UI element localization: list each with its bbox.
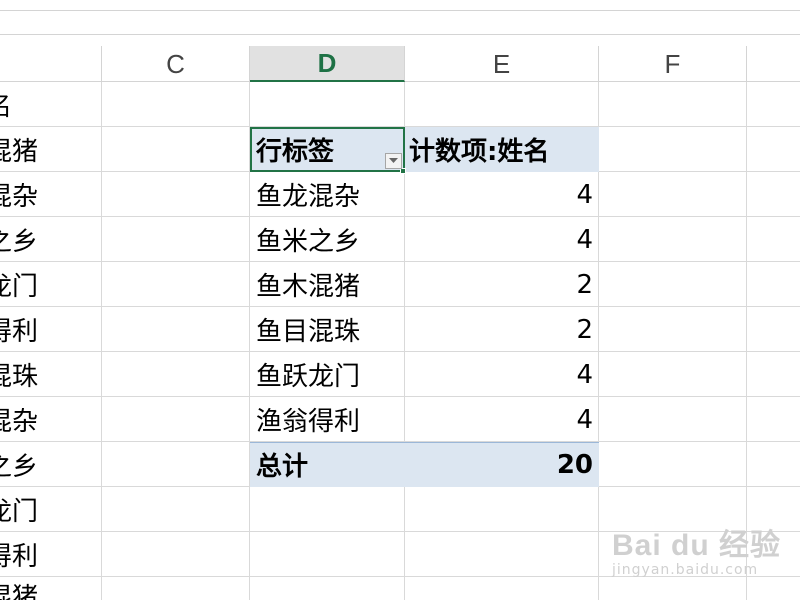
column-header-e[interactable]: E	[405, 46, 599, 82]
active-cell-d3[interactable]	[250, 127, 405, 172]
pivot-total-value[interactable]: 20	[405, 442, 599, 487]
pivot-row-label[interactable]: 渔翁得利	[256, 397, 404, 442]
chevron-down-icon	[389, 158, 398, 163]
cell-b7[interactable]: 混珠	[0, 352, 102, 396]
pivot-row-count[interactable]: 4	[405, 397, 599, 442]
cell-b4[interactable]: 之乡	[0, 217, 102, 261]
cell-b9[interactable]: 之乡	[0, 442, 102, 486]
cell-b2[interactable]: 混猪	[0, 127, 102, 171]
cell-b3[interactable]: 混杂	[0, 172, 102, 216]
column-header-g[interactable]	[747, 46, 800, 82]
cell-b5[interactable]: 龙门	[0, 262, 102, 306]
cell-b1[interactable]: 名	[0, 82, 102, 126]
column-header-d[interactable]: D	[250, 46, 405, 82]
row-label-filter-button[interactable]	[385, 153, 402, 169]
pivot-row-count[interactable]: 4	[405, 352, 599, 397]
cell-b12[interactable]: 混猪	[0, 577, 102, 600]
baidu-jingyan-watermark: Bai du 经验 jingyan.baidu.com	[612, 520, 792, 590]
pivot-row-label[interactable]: 鱼木混猪	[256, 262, 404, 307]
ribbon-strip	[0, 0, 800, 11]
pivot-row-label[interactable]: 鱼龙混杂	[256, 172, 404, 217]
pivot-row-count[interactable]: 2	[405, 262, 599, 307]
pivot-row-count[interactable]: 2	[405, 307, 599, 352]
pivot-row-count[interactable]: 4	[405, 172, 599, 217]
cell-b11[interactable]: 得利	[0, 532, 102, 576]
pivot-row-count[interactable]: 4	[405, 217, 599, 262]
formula-bar[interactable]	[0, 11, 800, 35]
column-header-c[interactable]: C	[102, 46, 250, 82]
cell-b8[interactable]: 混杂	[0, 397, 102, 441]
pivot-row-label[interactable]: 鱼目混珠	[256, 307, 404, 352]
pivot-total-label[interactable]: 总计	[256, 442, 404, 487]
cell-b10[interactable]: 龙门	[0, 487, 102, 531]
column-header-b[interactable]	[0, 46, 102, 82]
cell-b6[interactable]: 得利	[0, 307, 102, 351]
pivot-count-header[interactable]: 计数项:姓名	[409, 127, 599, 172]
pivot-row-label[interactable]: 鱼米之乡	[256, 217, 404, 262]
pivot-row-label[interactable]: 鱼跃龙门	[256, 352, 404, 397]
watermark-url: jingyan.baidu.com	[612, 562, 759, 578]
watermark-logo: Bai du 经验	[612, 529, 782, 562]
column-header-f[interactable]: F	[599, 46, 747, 82]
